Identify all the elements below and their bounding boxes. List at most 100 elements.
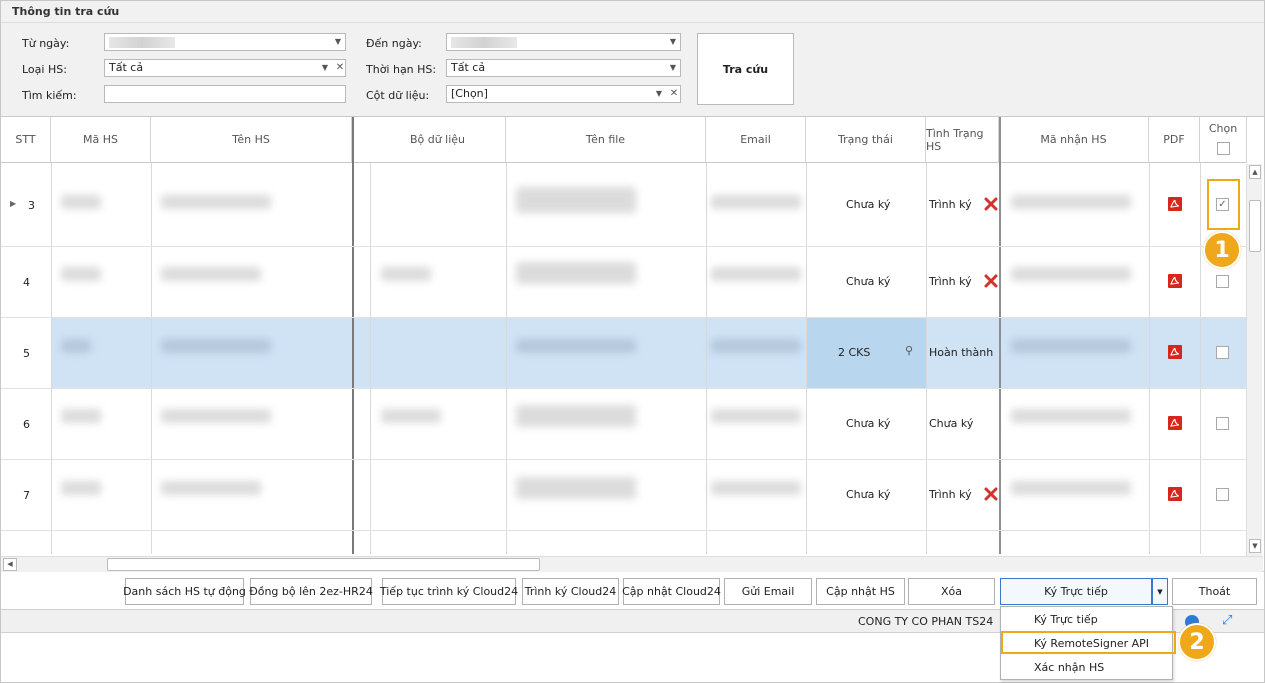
pdf-icon[interactable] <box>1167 415 1183 431</box>
redacted-ma-nhan <box>1011 481 1131 495</box>
col-header-chon-label: Chọn <box>1208 122 1238 135</box>
row-stt: 6 <box>23 418 30 431</box>
annotation-badge-2: 2 <box>1178 623 1216 661</box>
chevron-down-icon[interactable]: ▼ <box>319 61 331 75</box>
redacted-ten-hs <box>161 195 271 209</box>
row-status: Chưa ký <box>846 417 891 430</box>
col-header-email[interactable]: Email <box>706 117 806 163</box>
col-header-chon[interactable]: Chọn <box>1200 117 1247 163</box>
pdf-icon[interactable] <box>1167 196 1183 212</box>
exit-button[interactable]: Thoát <box>1172 578 1257 605</box>
search-button[interactable]: Tra cứu <box>697 33 794 105</box>
redacted-bo-du-lieu <box>381 409 441 423</box>
company-name: CONG TY CO PHAN TS24 <box>858 615 994 628</box>
submit-cloud-button[interactable]: Trình ký Cloud24 <box>522 578 619 605</box>
scroll-up-icon[interactable]: ▲ <box>1249 165 1261 179</box>
menu-item-confirm-hs[interactable]: Xác nhận HS <box>1001 656 1172 679</box>
col-header-bo-du-lieu[interactable]: Bộ dữ liệu <box>370 117 506 163</box>
select-all-checkbox[interactable] <box>1216 142 1230 155</box>
doc-type-select[interactable]: Tất cả ▼ ✕ <box>104 59 346 77</box>
row-doc-state: Trình ký <box>929 275 972 288</box>
pdf-icon[interactable] <box>1167 486 1183 502</box>
scroll-down-icon[interactable]: ▼ <box>1249 539 1261 553</box>
row-select-checkbox[interactable] <box>1216 275 1229 288</box>
redacted-ma-hs <box>61 481 101 495</box>
annotation-highlight-menu-item <box>1001 631 1176 654</box>
redacted-email <box>711 409 801 423</box>
send-email-button[interactable]: Gửi Email <box>724 578 812 605</box>
redacted-email <box>711 481 801 495</box>
maximize-icon[interactable]: ⤢ <box>1222 613 1232 628</box>
redacted-ten-hs <box>161 409 271 423</box>
action-toolbar: Danh sách HS tự động Đồng bộ lên 2ez-HR2… <box>1 573 1264 609</box>
sign-dropdown-chevron-icon[interactable]: ▼ <box>1152 578 1168 605</box>
redacted-bo-du-lieu <box>381 267 431 281</box>
redacted-ma-nhan <box>1011 195 1131 209</box>
col-header-ten-file[interactable]: Tên file <box>506 117 706 163</box>
clear-icon[interactable]: ✕ <box>334 60 346 76</box>
col-header-stt[interactable]: STT <box>1 117 51 163</box>
col-header-ten-hs[interactable]: Tên HS <box>151 117 352 163</box>
update-hs-button[interactable]: Cập nhật HS <box>816 578 905 605</box>
clear-icon[interactable]: ✕ <box>668 86 680 102</box>
col-header-tinh-trang-hs[interactable]: Tình Trạng HS <box>926 117 999 163</box>
reject-icon <box>984 487 998 501</box>
redacted-ten-file <box>516 477 636 499</box>
chevron-down-icon[interactable]: ▼ <box>667 61 679 75</box>
pdf-icon[interactable] <box>1167 273 1183 289</box>
row-select-checkbox[interactable] <box>1216 417 1229 430</box>
col-header-trang-thai[interactable]: Trạng thái <box>806 117 926 163</box>
sync-button[interactable]: Đồng bộ lên 2ez-HR24 <box>249 578 373 605</box>
panel-title: Thông tin tra cứu <box>12 5 120 18</box>
row-status: Chưa ký <box>846 198 891 211</box>
col-header-pdf[interactable]: PDF <box>1149 117 1200 163</box>
redacted-ma-nhan <box>1011 339 1131 353</box>
redacted-ten-hs <box>161 339 271 353</box>
redacted-ten-hs <box>161 267 261 281</box>
to-date-label: Đến ngày: <box>366 37 422 50</box>
col-header-ma-hs[interactable]: Mã HS <box>51 117 151 163</box>
frozen-column-divider-2 <box>999 117 1001 554</box>
search-input[interactable] <box>104 85 346 103</box>
menu-item-sign-direct[interactable]: Ký Trực tiếp <box>1001 608 1172 631</box>
row-select-checkbox[interactable] <box>1216 488 1229 501</box>
redacted-ten-hs <box>161 481 261 495</box>
redacted-ten-file <box>516 405 636 427</box>
column-label: Cột dữ liệu: <box>366 89 430 102</box>
column-select[interactable]: [Chọn] ▼ ✕ <box>446 85 681 103</box>
redacted-email <box>711 195 801 209</box>
update-cloud-button[interactable]: Cập nhật Cloud24 <box>622 578 721 605</box>
auto-list-button[interactable]: Danh sách HS tự động <box>123 578 246 605</box>
row-stt: 3 <box>28 199 35 212</box>
vertical-scrollbar[interactable]: ▲ ▼ <box>1246 164 1262 556</box>
deadline-select[interactable]: Tất cả ▼ <box>446 59 681 77</box>
search-label: Tìm kiếm: <box>22 89 77 102</box>
scroll-left-icon[interactable]: ◀ <box>3 558 17 571</box>
row-select-checkbox[interactable] <box>1216 346 1229 359</box>
horizontal-scroll-thumb[interactable] <box>107 558 540 571</box>
redacted-ten-file <box>516 339 636 353</box>
horizontal-scrollbar[interactable]: ◀ <box>1 556 1263 572</box>
col-header-ma-nhan-hs[interactable]: Mã nhận HS <box>999 117 1149 163</box>
row-indicator-icon: ▶ <box>10 199 17 208</box>
redacted-ma-hs <box>61 409 101 423</box>
sign-direct-button[interactable]: Ký Trực tiếp <box>1000 578 1152 605</box>
from-date-label: Từ ngày: <box>22 37 70 50</box>
row-doc-state: Trình ký <box>929 488 972 501</box>
redacted-ma-hs <box>61 339 91 353</box>
row-doc-state: Chưa ký <box>929 417 974 430</box>
redacted-ma-hs <box>61 267 101 281</box>
chevron-down-icon[interactable]: ▼ <box>667 35 679 49</box>
to-date-field[interactable]: ▼ <box>446 33 681 51</box>
vertical-scroll-thumb[interactable] <box>1249 200 1261 252</box>
chevron-down-icon[interactable]: ▼ <box>332 35 344 49</box>
magnifier-icon[interactable]: ⚲ <box>905 344 913 357</box>
delete-button[interactable]: Xóa <box>908 578 995 605</box>
from-date-field[interactable]: ▼ <box>104 33 346 51</box>
pdf-icon[interactable] <box>1167 344 1183 360</box>
row-status: Chưa ký <box>846 488 891 501</box>
continue-cloud-button[interactable]: Tiếp tục trình ký Cloud24 <box>380 578 518 605</box>
chevron-down-icon[interactable]: ▼ <box>653 87 665 101</box>
annotation-badge-1: 1 <box>1203 231 1241 269</box>
panel-divider <box>1 22 1264 23</box>
